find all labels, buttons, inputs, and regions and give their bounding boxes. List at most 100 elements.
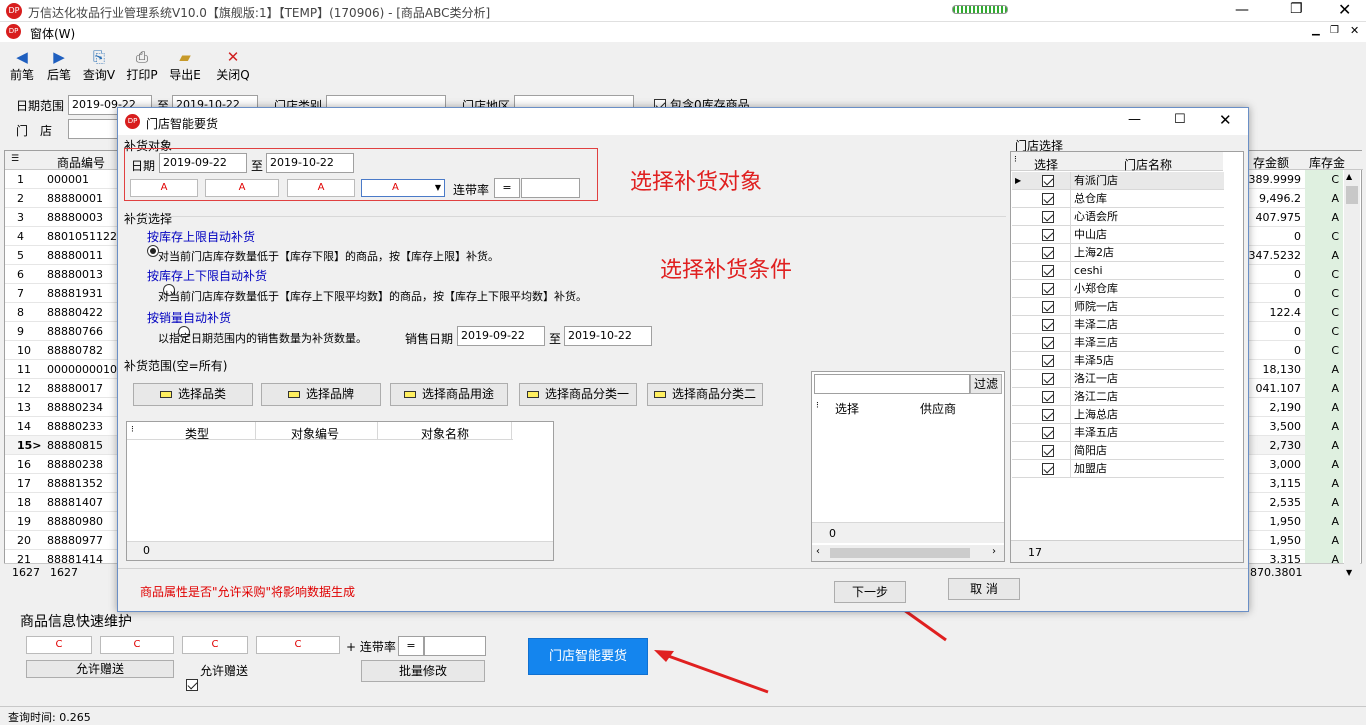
next-step-button[interactable]: 下一步 — [834, 581, 906, 603]
supplier-filter-button[interactable]: 过滤 — [970, 374, 1002, 394]
range-col-code: 对象编号 — [291, 427, 340, 441]
store-name: 有派门店 — [1074, 174, 1118, 187]
store-name: 丰泽三店 — [1074, 336, 1118, 349]
sales-date-from[interactable]: 2019-09-22 — [457, 326, 545, 346]
dialog-title: 门店智能要货 — [146, 117, 219, 131]
store-divider — [1070, 388, 1071, 406]
store-row[interactable]: 上海总店 — [1012, 406, 1224, 424]
target-a-2[interactable]: A — [205, 179, 279, 197]
store-checkbox[interactable] — [1042, 175, 1054, 187]
store-row[interactable]: 总仓库 — [1012, 190, 1224, 208]
store-checkbox[interactable] — [1042, 247, 1054, 259]
supplier-filter-input[interactable] — [814, 374, 970, 394]
store-checkbox[interactable] — [1042, 355, 1054, 367]
sales-to-label: 至 — [549, 332, 562, 346]
sales-date-to[interactable]: 2019-10-22 — [564, 326, 652, 346]
store-checkbox[interactable] — [1042, 283, 1054, 295]
range-count: 0 — [143, 544, 150, 557]
store-row[interactable]: 小郑仓库 — [1012, 280, 1224, 298]
store-divider — [1070, 460, 1071, 478]
scroll-right-icon: › — [992, 546, 996, 557]
dlg-date-label: 日期 — [131, 159, 156, 173]
store-name: 总仓库 — [1074, 192, 1107, 205]
dialog-minimize-icon[interactable]: — — [1128, 112, 1141, 127]
store-checkbox[interactable] — [1042, 409, 1054, 421]
range-button-2[interactable]: 选择商品用途 — [390, 383, 508, 406]
range-button-icon — [287, 391, 300, 398]
range-table-selector-icon: ⁝ — [131, 425, 134, 435]
store-checkbox[interactable] — [1042, 463, 1054, 475]
store-name: 上海2店 — [1074, 246, 1114, 259]
store-divider — [1070, 334, 1071, 352]
current-row-icon: ▶ — [1015, 176, 1022, 185]
store-row[interactable]: 丰泽三店 — [1012, 334, 1224, 352]
store-divider — [1070, 352, 1071, 370]
dialog-title-bar: DP 门店智能要货 — ☐ ✕ — [118, 108, 1248, 135]
store-name: 上海总店 — [1074, 408, 1118, 421]
target-a-1[interactable]: A — [130, 179, 198, 197]
cancel-button[interactable]: 取 消 — [948, 578, 1020, 600]
dialog-note: 商品属性是否"允许采购"将影响数据生成 — [140, 585, 356, 599]
store-divider — [1070, 298, 1071, 316]
store-row[interactable]: 洛江一店 — [1012, 370, 1224, 388]
target-rate-input[interactable] — [521, 178, 580, 198]
store-checkbox[interactable] — [1042, 373, 1054, 385]
store-divider — [1070, 208, 1071, 226]
range-col-type: 类型 — [185, 427, 210, 441]
store-col-name: 门店名称 — [1124, 158, 1173, 172]
store-checkbox[interactable] — [1042, 391, 1054, 403]
range-button-0[interactable]: 选择品类 — [133, 383, 253, 406]
store-row[interactable]: ceshi — [1012, 262, 1224, 280]
dlg-date-from[interactable]: 2019-09-22 — [159, 153, 247, 173]
dlg-date-to[interactable]: 2019-10-22 — [266, 153, 354, 173]
range-button-3[interactable]: 选择商品分类一 — [519, 383, 637, 406]
store-row[interactable]: 师院一店 — [1012, 298, 1224, 316]
store-checkbox[interactable] — [1042, 337, 1054, 349]
opt2-desc: 对当前门店库存数量低于【库存上下限平均数】的商品，按【库存上下限平均数】补货。 — [158, 290, 587, 303]
store-col-select: 选择 — [1034, 158, 1059, 172]
opt2-label[interactable]: 按库存上下限自动补货 — [147, 267, 267, 284]
store-checkbox[interactable] — [1042, 229, 1054, 241]
target-a-select[interactable]: A ▼ — [361, 179, 445, 197]
store-row[interactable]: 丰泽五店 — [1012, 424, 1224, 442]
store-checkbox[interactable] — [1042, 427, 1054, 439]
store-divider — [1070, 244, 1071, 262]
supplier-hscroll[interactable]: ‹ › — [812, 545, 1004, 561]
store-name: 简阳店 — [1074, 444, 1107, 457]
dropdown-arrow-icon: ▼ — [434, 183, 441, 192]
store-row[interactable]: ▶ 有派门店 — [1012, 172, 1224, 190]
store-row[interactable]: 加盟店 — [1012, 460, 1224, 478]
store-name: 洛江二店 — [1074, 390, 1118, 403]
opt1-desc: 对当前门店库存数量低于【库存下限】的商品，按【库存上限】补货。 — [158, 250, 499, 263]
dialog-maximize-icon[interactable]: ☐ — [1174, 112, 1186, 127]
store-checkbox[interactable] — [1042, 445, 1054, 457]
target-eq[interactable]: = — [494, 178, 520, 198]
target-a-3[interactable]: A — [287, 179, 355, 197]
store-name: 心语会所 — [1074, 210, 1118, 223]
opt1-label[interactable]: 按库存上限自动补货 — [147, 228, 255, 245]
range-button-1[interactable]: 选择品牌 — [261, 383, 381, 406]
store-row[interactable]: 洛江二店 — [1012, 388, 1224, 406]
store-checkbox[interactable] — [1042, 319, 1054, 331]
store-row[interactable]: 心语会所 — [1012, 208, 1224, 226]
store-divider — [1070, 280, 1071, 298]
store-row[interactable]: 简阳店 — [1012, 442, 1224, 460]
opt3-label[interactable]: 按销量自动补货 — [147, 309, 231, 326]
store-checkbox[interactable] — [1042, 211, 1054, 223]
store-row[interactable]: 丰泽二店 — [1012, 316, 1224, 334]
store-row[interactable]: 中山店 — [1012, 226, 1224, 244]
store-row[interactable]: 上海2店 — [1012, 244, 1224, 262]
dlg-to-label: 至 — [251, 159, 264, 173]
store-divider — [1070, 226, 1071, 244]
store-checkbox[interactable] — [1042, 301, 1054, 313]
store-checkbox[interactable] — [1042, 193, 1054, 205]
dialog-close-icon[interactable]: ✕ — [1219, 111, 1232, 129]
store-row[interactable]: 丰泽5店 — [1012, 352, 1224, 370]
store-name: 中山店 — [1074, 228, 1107, 241]
target-rate-label: 连带率 — [453, 183, 490, 197]
store-checkbox[interactable] — [1042, 265, 1054, 277]
store-name: 丰泽五店 — [1074, 426, 1118, 439]
store-name: 洛江一店 — [1074, 372, 1118, 385]
store-name: 师院一店 — [1074, 300, 1118, 313]
range-button-4[interactable]: 选择商品分类二 — [647, 383, 763, 406]
